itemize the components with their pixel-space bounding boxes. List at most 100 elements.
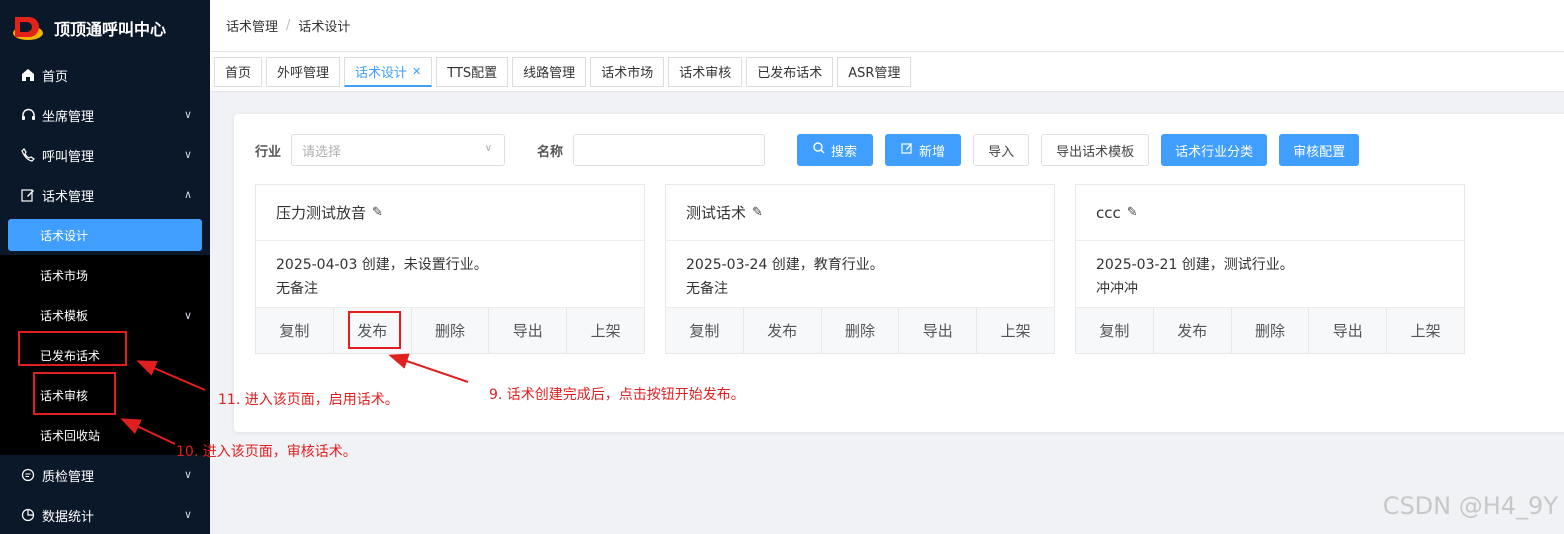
tab-line[interactable]: 线路管理 [512, 56, 587, 87]
chevron-down-icon: ∨ [183, 308, 192, 322]
export-button[interactable]: 导出 [489, 308, 568, 353]
tab-review[interactable]: 话术审核 [668, 56, 743, 87]
copy-button[interactable]: 复制 [256, 308, 334, 353]
script-card: 压力测试放音 ✎ 2025-04-03 创建，未设置行业。 无备注 复制 发布 … [255, 184, 645, 354]
add-button-label: 新增 [919, 144, 946, 160]
sidebar-item-quality[interactable]: 质检管理 ∨ [0, 455, 210, 495]
filter-bar: 行业 请选择 ∨ 名称 搜索 新增 导入 导出话术模板 话术行业分类 审核配置 [255, 134, 1360, 166]
sidebar-item-home[interactable]: 首页 [0, 55, 210, 95]
tabs-bar: 首页 外呼管理 话术设计 ✕ TTS配置 线路管理 话术市场 话术审核 已发布话… [210, 52, 1564, 92]
card-body: 2025-03-21 创建，测试行业。 冲冲冲 [1076, 241, 1464, 309]
chevron-down-icon: ∨ [183, 468, 192, 481]
search-button-label: 搜索 [831, 144, 858, 160]
delete-button[interactable]: 删除 [412, 308, 490, 353]
industry-select[interactable]: 请选择 ∨ [291, 134, 506, 166]
pencil-icon[interactable]: ✎ [372, 205, 383, 220]
chevron-down-icon: ∨ [183, 508, 192, 521]
import-button[interactable]: 导入 [973, 134, 1030, 166]
sidebar-item-label: 话术管理 [42, 189, 95, 205]
breadcrumb-item: 话术设计 [298, 20, 351, 35]
card-header: 测试话术 ✎ [666, 185, 1054, 241]
annotation-note-10: 10. 进入该页面，审核话术。 [176, 444, 357, 460]
tab-published[interactable]: 已发布话术 [746, 56, 834, 87]
review-config-button[interactable]: 审核配置 [1279, 134, 1360, 166]
chat-icon [20, 467, 36, 483]
search-button[interactable]: 搜索 [797, 134, 874, 166]
tab-tts[interactable]: TTS配置 [436, 56, 509, 87]
edit-icon [20, 187, 36, 203]
annotation-box-published [18, 331, 127, 366]
tab-script-design[interactable]: 话术设计 ✕ [344, 56, 433, 87]
pencil-icon[interactable]: ✎ [1127, 205, 1138, 220]
sidebar-sub-script-template[interactable]: 话术模板 ∨ [0, 295, 210, 335]
annotation-note-11: 11. 进入该页面，启用话术。 [218, 392, 399, 408]
annotation-box-review [33, 372, 116, 415]
export-button[interactable]: 导出 [1309, 308, 1388, 353]
industry-placeholder: 请选择 [302, 144, 342, 160]
card-actions: 复制 发布 删除 导出 上架 [1076, 307, 1464, 353]
industry-label: 行业 [255, 144, 282, 160]
list-button[interactable]: 上架 [567, 308, 644, 353]
tab-asr[interactable]: ASR管理 [837, 56, 912, 87]
sidebar-item-call[interactable]: 呼叫管理 ∨ [0, 135, 210, 175]
headset-icon [20, 107, 36, 123]
sidebar-item-script[interactable]: 话术管理 ∧ [0, 175, 210, 215]
card-info: 2025-03-24 创建，教育行业。 [686, 257, 884, 273]
delete-button[interactable]: 删除 [822, 308, 900, 353]
add-button[interactable]: 新增 [885, 134, 962, 166]
breadcrumb: 话术管理 / 话术设计 [210, 0, 1564, 52]
sidebar-sub-script-market[interactable]: 话术市场 [0, 255, 210, 295]
tab-market[interactable]: 话术市场 [590, 56, 665, 87]
sidebar-item-label: 坐席管理 [42, 109, 95, 125]
copy-button[interactable]: 复制 [1076, 308, 1154, 353]
card-remark: 冲冲冲 [1096, 281, 1138, 297]
sidebar-sub-script-design[interactable]: 话术设计 [8, 219, 202, 251]
list-button[interactable]: 上架 [977, 308, 1054, 353]
phone-icon [20, 147, 36, 163]
script-card: 测试话术 ✎ 2025-03-24 创建，教育行业。 无备注 复制 发布 删除 … [665, 184, 1055, 354]
app-title: 顶顶通呼叫中心 [54, 19, 167, 39]
publish-button[interactable]: 发布 [744, 308, 822, 353]
export-template-button[interactable]: 导出话术模板 [1041, 134, 1150, 166]
chevron-down-icon: ∨ [484, 143, 493, 154]
sidebar-item-label: 呼叫管理 [42, 149, 95, 165]
chevron-down-icon: ∨ [183, 108, 192, 121]
sidebar-item-label: 首页 [42, 69, 69, 85]
copy-button[interactable]: 复制 [666, 308, 744, 353]
export-button[interactable]: 导出 [899, 308, 978, 353]
name-input[interactable] [573, 134, 766, 166]
publish-button[interactable]: 发布 [1154, 308, 1232, 353]
card-title: ccc [1096, 203, 1121, 222]
chevron-up-icon: ∧ [183, 188, 192, 201]
content-panel: 行业 请选择 ∨ 名称 搜索 新增 导入 导出话术模板 话术行业分类 审核配置 … [234, 114, 1564, 432]
watermark: CSDN @H4_9Y [1382, 492, 1558, 520]
card-title: 压力测试放音 [276, 204, 367, 222]
card-title: 测试话术 [686, 204, 747, 222]
card-remark: 无备注 [686, 281, 728, 297]
card-body: 2025-04-03 创建，未设置行业。 无备注 [256, 241, 644, 309]
tab-home[interactable]: 首页 [214, 56, 263, 87]
list-button[interactable]: 上架 [1387, 308, 1464, 353]
card-header: 压力测试放音 ✎ [256, 185, 644, 241]
pencil-icon[interactable]: ✎ [752, 205, 763, 220]
tab-outbound[interactable]: 外呼管理 [266, 56, 341, 87]
sidebar-item-stats[interactable]: 数据统计 ∨ [0, 495, 210, 534]
card-remark: 无备注 [276, 281, 318, 297]
tab-label: 话术设计 [355, 65, 408, 81]
card-header: ccc ✎ [1076, 185, 1464, 241]
card-info: 2025-03-21 创建，测试行业。 [1096, 257, 1294, 273]
breadcrumb-item[interactable]: 话术管理 [226, 16, 278, 35]
close-icon[interactable]: ✕ [412, 65, 421, 78]
logo-icon [12, 15, 44, 41]
breadcrumb-separator: / [286, 18, 291, 33]
main-area: 话术管理 / 话术设计 首页 外呼管理 话术设计 ✕ TTS配置 线路管理 话术… [210, 0, 1564, 534]
industry-category-button[interactable]: 话术行业分类 [1161, 134, 1268, 166]
sidebar-item-label: 质检管理 [42, 469, 95, 485]
name-label: 名称 [537, 144, 564, 160]
home-icon [20, 67, 36, 83]
search-icon [813, 142, 825, 158]
delete-button[interactable]: 删除 [1232, 308, 1310, 353]
card-actions: 复制 发布 删除 导出 上架 [666, 307, 1054, 353]
card-info: 2025-04-03 创建，未设置行业。 [276, 257, 488, 273]
sidebar-item-agent[interactable]: 坐席管理 ∨ [0, 95, 210, 135]
